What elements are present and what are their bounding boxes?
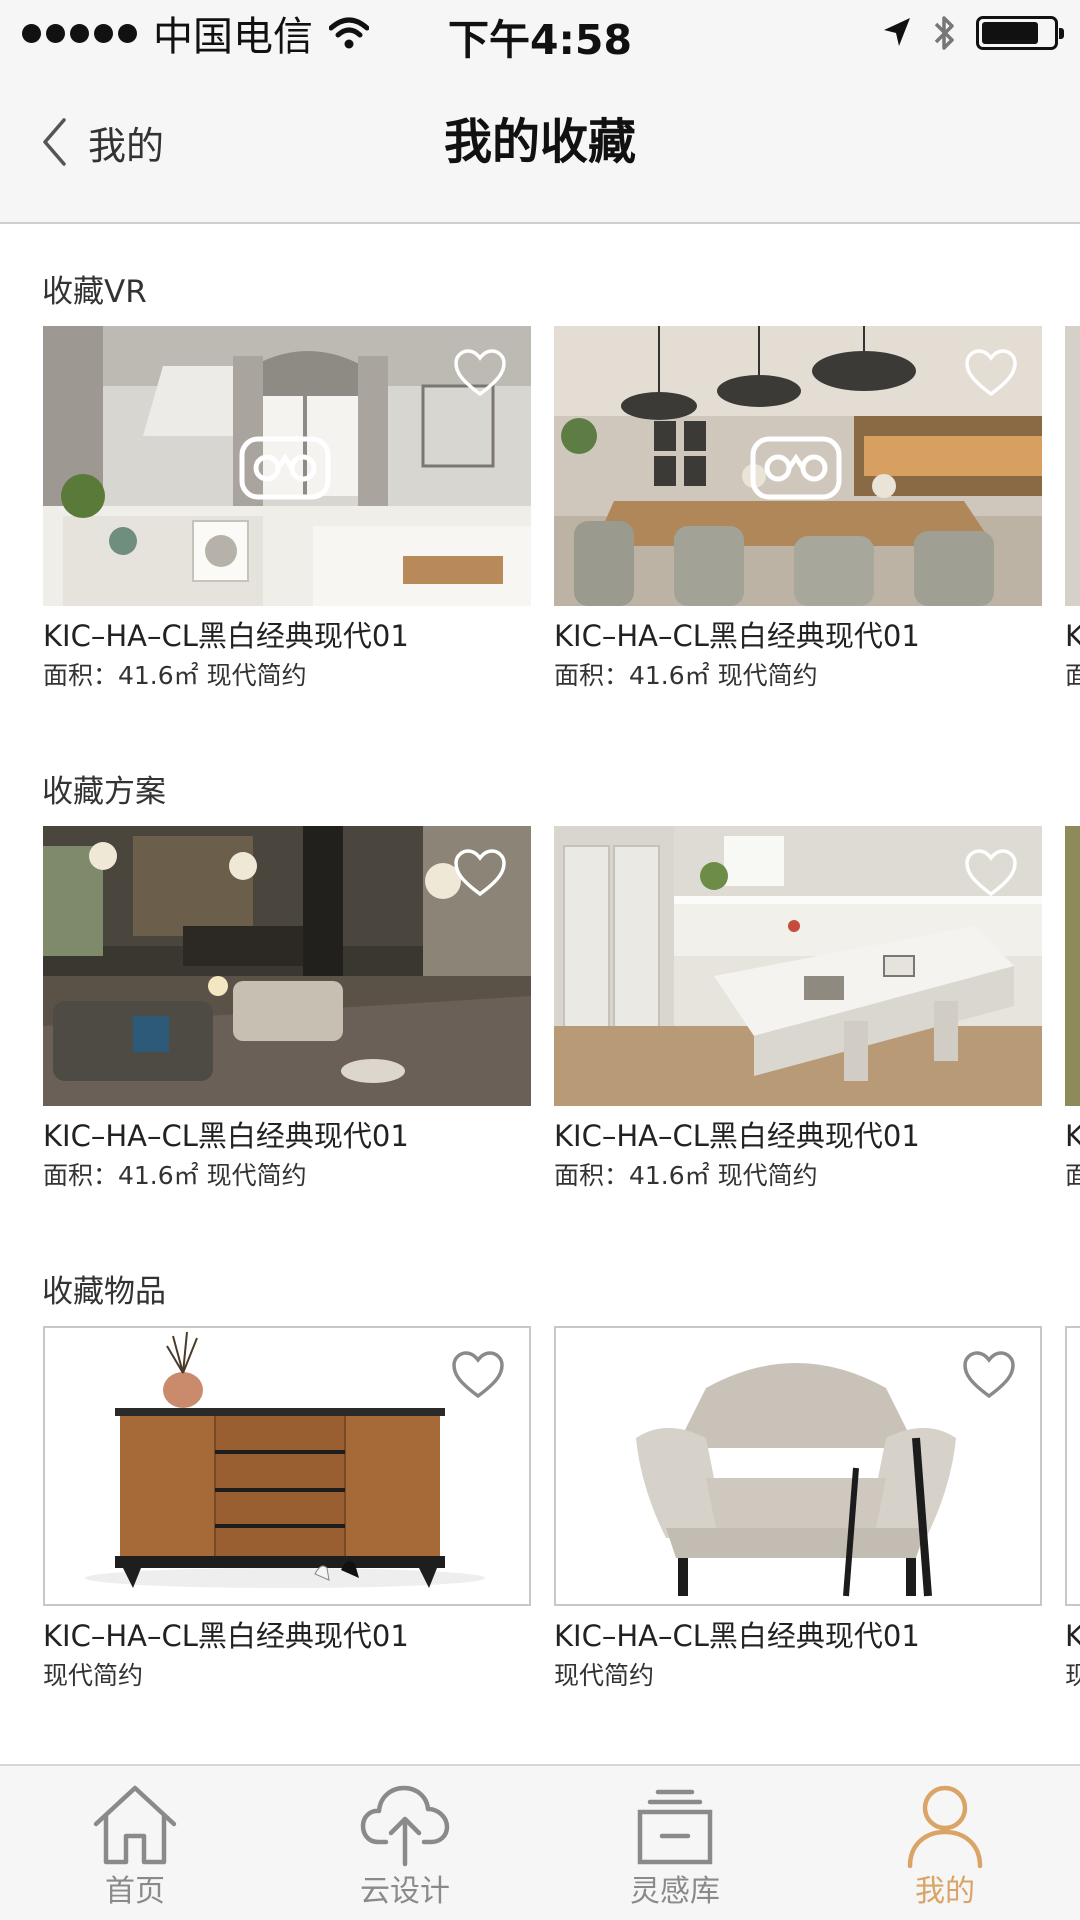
tab-bar: 首页 云设计 灵感库 我的	[0, 1764, 1080, 1920]
tab-label: 我的	[915, 1874, 975, 1909]
card-row[interactable]: KIC–HA–CL黑白经典现代01 面积：41.6㎡ 现代简约 KIC–HA–C…	[0, 826, 1080, 1190]
navigation-bar: 我的 我的收藏	[0, 66, 1080, 224]
partial-card-image	[1065, 1326, 1080, 1606]
card-subtitle: 现	[1065, 1661, 1080, 1690]
item-card[interactable]: KIC–HA–CL黑白经典现代01 现代简约	[43, 1326, 531, 1690]
bluetooth-icon	[934, 16, 954, 50]
vr-card[interactable]: KIC–HA–CL黑白经典现代01 面积：41.6㎡ 现代简约	[43, 326, 531, 690]
battery-level	[982, 22, 1038, 44]
home-icon	[93, 1785, 177, 1865]
card-title: K	[1065, 619, 1080, 653]
vr-card-partial[interactable]: K 面	[1065, 326, 1080, 690]
card-title: KIC–HA–CL黑白经典现代01	[554, 1119, 920, 1153]
person-icon	[907, 1785, 983, 1868]
status-right	[882, 10, 1064, 56]
plan-card[interactable]: KIC–HA–CL黑白经典现代01 面积：41.6㎡ 现代简约	[43, 826, 531, 1190]
section-title: 收藏方案	[42, 774, 166, 810]
heart-icon[interactable]	[964, 348, 1018, 398]
inbox-icon	[637, 1789, 713, 1865]
location-arrow-icon	[884, 18, 910, 46]
card-subtitle: 面	[1065, 1161, 1080, 1190]
tab-inspiration[interactable]: 灵感库	[540, 1766, 810, 1920]
card-subtitle: 面积：41.6㎡ 现代简约	[43, 1161, 307, 1190]
tab-cloud-design[interactable]: 云设计	[270, 1766, 540, 1920]
heart-icon[interactable]	[451, 1350, 505, 1400]
tab-label: 首页	[105, 1874, 165, 1909]
wood-sideboard-image	[43, 1326, 531, 1606]
card-title: KIC–HA–CL黑白经典现代01	[43, 619, 409, 653]
tab-home[interactable]: 首页	[0, 1766, 270, 1920]
item-card[interactable]: KIC–HA–CL黑白经典现代01 现代简约	[554, 1326, 1042, 1690]
card-title: KIC–HA–CL黑白经典现代01	[554, 1619, 920, 1653]
partial-card-image	[1065, 326, 1080, 606]
plan-card-partial[interactable]: K 面	[1065, 826, 1080, 1190]
section-title: 收藏VR	[42, 274, 147, 310]
card-title: K	[1065, 1119, 1080, 1153]
heart-icon[interactable]	[453, 848, 507, 898]
card-subtitle: 面	[1065, 661, 1080, 690]
card-subtitle: 面积：41.6㎡ 现代简约	[43, 661, 307, 690]
card-title: KIC–HA–CL黑白经典现代01	[43, 1119, 409, 1153]
card-title: KIC–HA–CL黑白经典现代01	[43, 1619, 409, 1653]
dark-living-room-image	[43, 826, 531, 1106]
armchair-image	[554, 1326, 1042, 1606]
white-kitchen-image	[43, 326, 531, 606]
dining-room-image	[554, 326, 1042, 606]
plan-card[interactable]: KIC–HA–CL黑白经典现代01 面积：41.6㎡ 现代简约	[554, 826, 1042, 1190]
card-row[interactable]: KIC–HA–CL黑白经典现代01 面积：41.6㎡ 现代简约 KIC–HA–C…	[0, 326, 1080, 690]
heart-icon[interactable]	[964, 848, 1018, 898]
card-subtitle: 现代简约	[554, 1661, 655, 1690]
vr-card[interactable]: KIC–HA–CL黑白经典现代01 面积：41.6㎡ 现代简约	[554, 326, 1042, 690]
cloud-upload-icon	[360, 1785, 450, 1867]
vr-goggles-icon	[239, 436, 331, 500]
card-title: K	[1065, 1619, 1080, 1653]
vr-goggles-icon	[750, 436, 842, 500]
card-subtitle: 面积：41.6㎡ 现代简约	[554, 661, 818, 690]
status-bar: 中国电信 下午4:58	[0, 0, 1080, 66]
card-subtitle: 现代简约	[43, 1661, 144, 1690]
partial-card-image	[1065, 826, 1080, 1106]
section-title: 收藏物品	[42, 1274, 166, 1310]
tab-label: 灵感库	[630, 1874, 720, 1909]
item-card-partial[interactable]: K 现	[1065, 1326, 1080, 1690]
card-subtitle: 面积：41.6㎡ 现代简约	[554, 1161, 818, 1190]
kitchen-island-image	[554, 826, 1042, 1106]
tab-label: 云设计	[360, 1874, 450, 1909]
tab-mine[interactable]: 我的	[810, 1766, 1080, 1920]
battery-icon	[976, 16, 1064, 50]
heart-icon[interactable]	[453, 348, 507, 398]
page-title: 我的收藏	[443, 114, 636, 170]
heart-icon[interactable]	[962, 1350, 1016, 1400]
favorites-content[interactable]: 收藏VR KIC–HA–CL黑白经典现代01 面积：41.6㎡ 现代简约 KIC…	[0, 226, 1080, 1754]
card-title: KIC–HA–CL黑白经典现代01	[554, 619, 920, 653]
card-row[interactable]: KIC–HA–CL黑白经典现代01 现代简约 KIC–HA–CL黑白经典现代01…	[0, 1326, 1080, 1690]
